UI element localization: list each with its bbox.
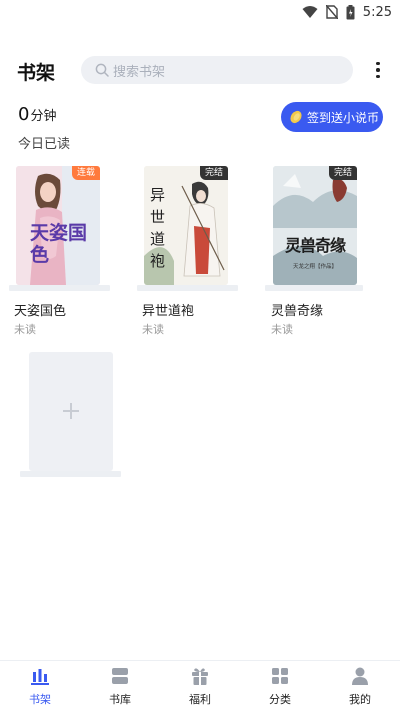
book-read-status: 未读 [271,323,293,336]
reading-label: 今日已读 [18,137,71,152]
page-title: 书架 [17,62,56,84]
more-dot-icon [376,68,380,72]
book-cover[interactable]: 灵兽奇缘 天龙之翔【作品】 完结 [273,166,357,285]
tab-bookshelf[interactable]: 书架 [0,665,80,711]
status-badge: 完结 [328,166,357,180]
shelf [265,285,363,291]
cover-title-art: 异世道袍 [150,186,166,270]
profile-icon [352,667,368,685]
book-title: 天姿国色 [14,304,67,319]
coin-icon [290,110,302,124]
bottom-tab-bar: 书架 书库 福利 分类 我的 [0,660,400,711]
status-icons: 5:25 [302,3,392,21]
no-sim-icon [325,5,338,19]
plus-icon [63,403,79,419]
tab-library[interactable]: 书库 [80,665,160,711]
shelf [137,285,238,291]
tab-label: 分类 [269,693,291,706]
category-icon [272,668,288,684]
reading-unit: 分钟 [30,109,57,124]
status-badge: 连载 [71,166,100,180]
checkin-button[interactable]: 签到送小说币 [281,102,383,132]
status-bar: 5:25 [0,0,400,24]
cover-title-art: 天姿国色 [30,222,88,266]
tab-label: 福利 [189,693,211,706]
cover-subtitle-art: 天龙之翔【作品】 [292,264,337,270]
tab-profile[interactable]: 我的 [320,665,400,711]
more-dot-icon [376,74,380,79]
add-book-button[interactable] [29,352,113,471]
wifi-icon [302,6,318,18]
tab-label: 书库 [109,693,131,706]
header: 书架 搜索书架 [0,52,400,88]
search-icon [95,63,109,77]
search-placeholder: 搜索书架 [113,64,166,80]
book-title: 灵兽奇缘 [271,304,324,319]
search-input[interactable]: 搜索书架 [81,56,353,84]
shelf [9,285,110,291]
shelf [20,471,121,477]
gift-icon [192,668,208,685]
book-title: 异世道袍 [142,304,195,319]
status-time: 5:25 [362,4,392,20]
battery-icon [346,4,355,19]
reading-minutes: 0 [18,104,30,125]
book-read-status: 未读 [142,323,164,336]
book-read-status: 未读 [14,323,36,336]
bookshelf-icon [31,669,49,685]
status-badge: 完结 [199,166,228,180]
book-cover[interactable]: 异世道袍 完结 [144,166,228,285]
tab-welfare[interactable]: 福利 [160,665,240,711]
tab-label: 我的 [349,693,371,706]
cover-title-art: 灵兽奇缘 [284,236,346,255]
tab-label: 书架 [29,693,51,706]
tab-category[interactable]: 分类 [240,665,320,711]
more-options-button[interactable] [370,58,386,82]
more-dot-icon [376,61,380,66]
checkin-label: 签到送小说币 [307,110,380,125]
reading-stats: 0 分钟 今日已读 [18,104,70,152]
book-cover[interactable]: 天姿国色 连载 [16,166,100,285]
library-icon [112,668,128,684]
